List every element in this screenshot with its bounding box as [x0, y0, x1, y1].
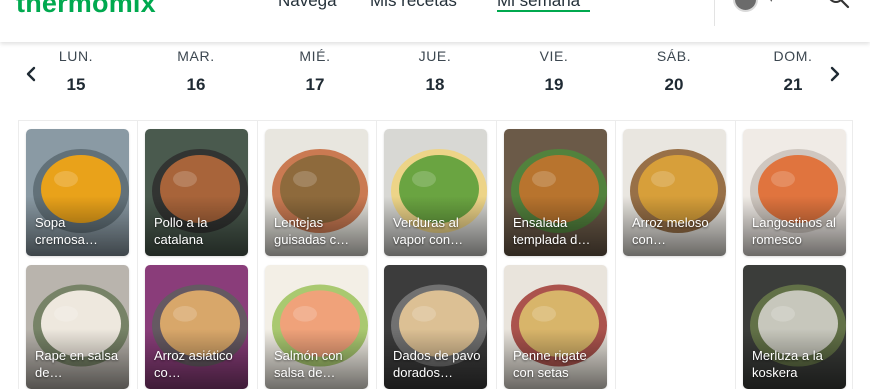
recipe-card[interactable]: Arroz meloso con… [623, 129, 726, 256]
grid-column-divider [496, 120, 497, 389]
recipe-card[interactable]: Penne rigate con setas [504, 265, 607, 389]
day-number: 19 [544, 75, 564, 94]
grid-column-divider [18, 120, 19, 389]
recipe-title: Arroz meloso con… [632, 215, 709, 247]
active-tab-underline [497, 10, 590, 12]
recipe-title: Lentejas guisadas c… [274, 215, 350, 247]
recipe-card[interactable]: Langostinos al romesco [743, 129, 846, 256]
day-number: 16 [186, 75, 206, 94]
day-header-mon[interactable]: LUN. 15 [21, 48, 131, 95]
day-header-fri[interactable]: VIE. 19 [499, 48, 609, 95]
recipe-card[interactable]: Dados de pavo dorados… [384, 265, 487, 389]
day-name: MAR. [177, 48, 215, 64]
recipe-title: Langostinos al romesco [752, 215, 836, 247]
recipe-card[interactable]: Arroz asiático co… [145, 265, 248, 389]
grid-column-divider [852, 120, 853, 389]
day-name: MIÉ. [299, 48, 331, 64]
recipe-title: Verduras al vapor con… [393, 215, 464, 247]
day-name: SÁB. [656, 48, 692, 64]
recipe-card[interactable]: Merluza a la koskera [743, 265, 846, 389]
day-name: JUE. [418, 48, 452, 64]
recipe-card[interactable]: Rape en salsa de… [26, 265, 129, 389]
recipe-title: Dados de pavo dorados… [393, 348, 481, 380]
grid-top-border [18, 120, 853, 121]
day-number: 20 [664, 75, 684, 94]
day-header-sat[interactable]: SÁB. 20 [619, 48, 729, 95]
thermomix-logo[interactable]: thermomix [16, 0, 156, 19]
day-header-thu[interactable]: JUE. 18 [380, 48, 490, 95]
recipe-title: Merluza a la koskera [752, 348, 823, 380]
grid-column-divider [257, 120, 258, 389]
recipe-card[interactable]: Ensalada templada d… [504, 129, 607, 256]
recipe-card[interactable]: Salmón con salsa de… [265, 265, 368, 389]
recipe-title: Arroz asiático co… [154, 348, 233, 380]
day-number: 21 [783, 75, 803, 94]
day-name: VIE. [539, 48, 569, 64]
recipe-title: Pollo a la catalana [154, 215, 208, 247]
header-divider [714, 0, 715, 26]
recipe-card[interactable]: Pollo a la catalana [145, 129, 248, 256]
recipe-title: Rape en salsa de… [35, 348, 119, 380]
day-number: 17 [305, 75, 325, 94]
search-icon[interactable] [826, 0, 852, 12]
recipe-title: Ensalada templada d… [513, 215, 591, 247]
day-header-tue[interactable]: MAR. 16 [141, 48, 251, 95]
recipe-card[interactable]: Verduras al vapor con… [384, 129, 487, 256]
top-header: thermomix Navega Mis recetas Mi semana ▾ [0, 0, 870, 42]
day-name: DOM. [773, 48, 813, 64]
grid-column-divider [615, 120, 616, 389]
user-avatar[interactable] [733, 0, 758, 12]
nav-mis-recetas[interactable]: Mis recetas [370, 0, 457, 11]
recipe-card[interactable]: Lentejas guisadas c… [265, 129, 368, 256]
grid-column-divider [137, 120, 138, 389]
chevron-down-icon[interactable]: ▾ [769, 0, 774, 5]
day-number: 15 [66, 75, 86, 94]
day-number: 18 [425, 75, 445, 94]
nav-navega[interactable]: Navega [278, 0, 337, 11]
recipe-title: Sopa cremosa… [35, 215, 98, 247]
day-header-sun[interactable]: DOM. 21 [738, 48, 848, 95]
recipe-card[interactable]: Sopa cremosa… [26, 129, 129, 256]
grid-column-divider [376, 120, 377, 389]
grid-column-divider [735, 120, 736, 389]
recipe-title: Salmón con salsa de… [274, 348, 343, 380]
day-header-wed[interactable]: MIÉ. 17 [260, 48, 370, 95]
recipe-title: Penne rigate con setas [513, 348, 587, 380]
day-name: LUN. [58, 48, 94, 64]
